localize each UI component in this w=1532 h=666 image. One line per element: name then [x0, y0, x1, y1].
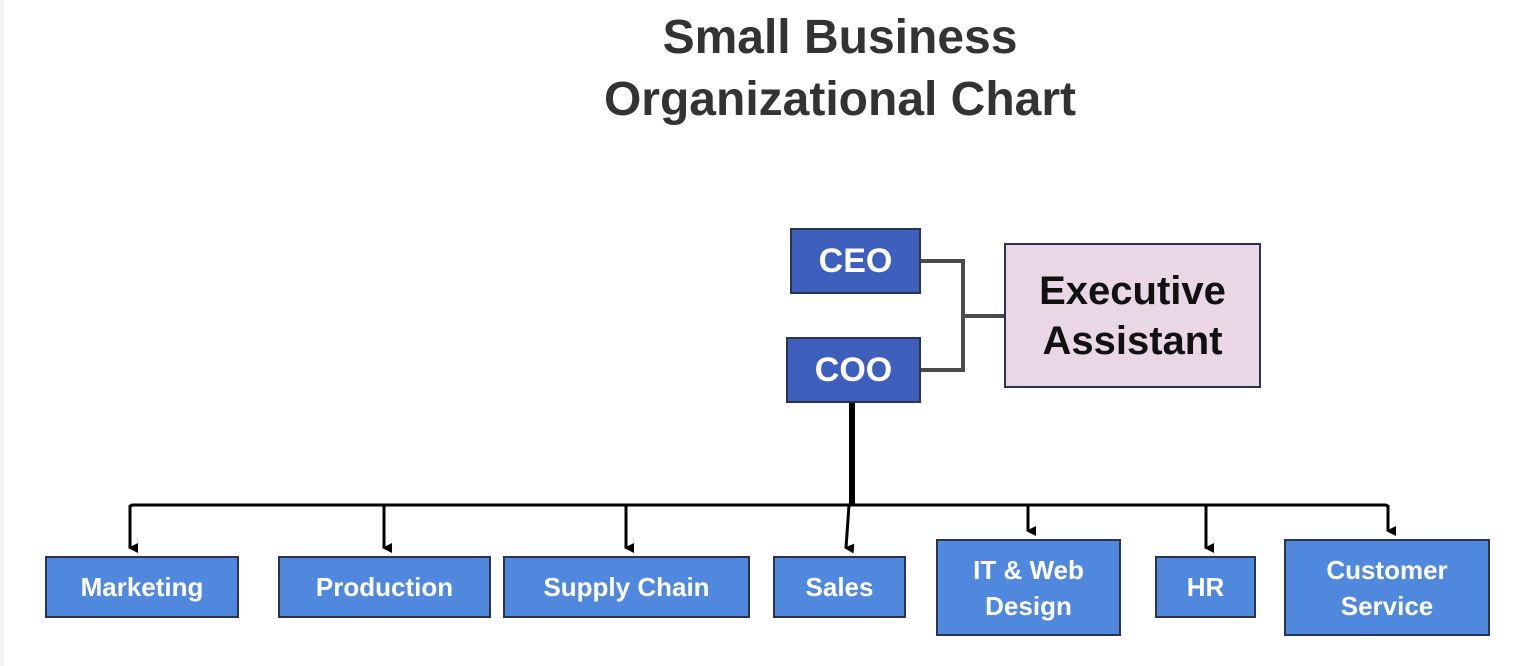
department-supply-chain[interactable]: Supply Chain	[503, 556, 750, 618]
department-it-web-design[interactable]: IT & Web Design	[936, 539, 1121, 636]
coo-label: COO	[814, 350, 893, 389]
coo-box[interactable]: COO	[786, 337, 921, 403]
department-label: Production	[315, 572, 454, 602]
ceo-label: CEO	[818, 241, 893, 280]
department-label: Supply Chain	[543, 572, 710, 602]
ceo-assistant-connector	[921, 259, 965, 372]
department-label-line1: IT & Web	[973, 554, 1084, 585]
department-label-line1: Customer	[1326, 554, 1448, 585]
department-marketing[interactable]: Marketing	[45, 556, 239, 618]
executive-assistant-box[interactable]: Executive Assistant	[1004, 243, 1261, 388]
department-label: HR	[1186, 572, 1225, 602]
department-label-line2: Design	[985, 590, 1072, 621]
department-label-line2: Service	[1340, 590, 1434, 621]
department-production[interactable]: Production	[278, 556, 491, 618]
department-sales[interactable]: Sales	[773, 556, 906, 618]
department-customer-service[interactable]: Customer Service	[1284, 539, 1490, 636]
department-bus-line	[128, 503, 1390, 545]
ceo-box[interactable]: CEO	[790, 228, 921, 294]
department-hr[interactable]: HR	[1155, 556, 1256, 618]
assistant-label-line1: Executive	[1039, 268, 1226, 313]
department-label: Marketing	[80, 572, 204, 602]
assistant-label-line2: Assistant	[1042, 318, 1223, 363]
arrow-sales	[844, 504, 855, 554]
department-label: Sales	[805, 572, 874, 602]
